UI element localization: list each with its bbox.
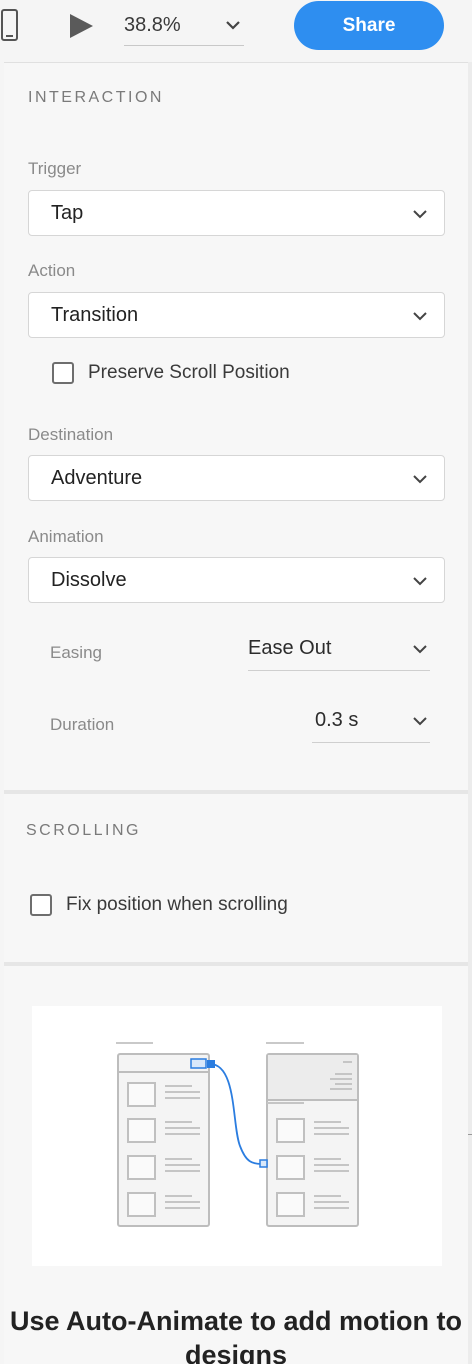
animation-value: Dissolve bbox=[51, 569, 127, 591]
fix-position-checkbox[interactable] bbox=[30, 894, 52, 916]
mobile-device-icon[interactable] bbox=[0, 8, 20, 42]
trigger-value: Tap bbox=[51, 202, 84, 224]
easing-select[interactable]: Ease Out bbox=[248, 633, 430, 671]
easing-label: Easing bbox=[50, 643, 102, 662]
destination-select[interactable]: Adventure bbox=[28, 455, 445, 501]
auto-animate-promo: Use Auto-Animate to add motion to design… bbox=[4, 966, 468, 1364]
share-button[interactable]: Share bbox=[294, 1, 444, 50]
animation-label: Animation bbox=[28, 527, 104, 546]
duration-value: 0.3 s bbox=[315, 709, 359, 731]
chevron-down-icon bbox=[413, 577, 427, 586]
zoom-value: 38.8% bbox=[124, 14, 181, 36]
auto-animate-illustration bbox=[32, 1006, 442, 1266]
promo-title: Use Auto-Animate to add motion to design… bbox=[10, 1306, 462, 1364]
interaction-title: INTERACTION bbox=[28, 89, 164, 106]
scrolling-title: SCROLLING bbox=[26, 822, 141, 839]
chevron-down-icon bbox=[413, 210, 427, 219]
artboard-wire-illustration bbox=[116, 1042, 359, 1227]
duration-label: Duration bbox=[50, 715, 115, 734]
chevron-down-icon bbox=[413, 645, 427, 654]
preserve-scroll-checkbox[interactable] bbox=[52, 362, 74, 384]
fix-position-checkbox-row[interactable]: Fix position when scrolling bbox=[30, 894, 330, 918]
trigger-select[interactable]: Tap bbox=[28, 190, 445, 236]
easing-value: Ease Out bbox=[248, 637, 332, 659]
interaction-panel: INTERACTION Trigger Tap Action Transitio… bbox=[4, 62, 468, 790]
fix-position-label: Fix position when scrolling bbox=[66, 894, 288, 915]
animation-select[interactable]: Dissolve bbox=[28, 557, 445, 603]
play-icon[interactable] bbox=[68, 13, 94, 39]
action-label: Action bbox=[28, 261, 76, 280]
action-value: Transition bbox=[51, 304, 139, 326]
preserve-scroll-label: Preserve Scroll Position bbox=[88, 362, 290, 383]
destination-label: Destination bbox=[28, 425, 114, 444]
destination-value: Adventure bbox=[51, 467, 143, 489]
panel-edge bbox=[468, 62, 472, 1364]
zoom-select[interactable]: 38.8% bbox=[124, 8, 244, 46]
action-select[interactable]: Transition bbox=[28, 292, 445, 338]
chevron-down-icon bbox=[413, 312, 427, 321]
trigger-label: Trigger bbox=[28, 159, 82, 178]
preserve-scroll-checkbox-row[interactable]: Preserve Scroll Position bbox=[52, 362, 332, 386]
chevron-down-icon bbox=[413, 475, 427, 484]
chevron-down-icon bbox=[413, 717, 427, 726]
toolbar: 38.8% Share bbox=[0, 0, 472, 62]
duration-select[interactable]: 0.3 s bbox=[312, 705, 430, 743]
scrolling-panel: SCROLLING Fix position when scrolling bbox=[4, 794, 468, 962]
chevron-down-icon bbox=[226, 21, 240, 30]
